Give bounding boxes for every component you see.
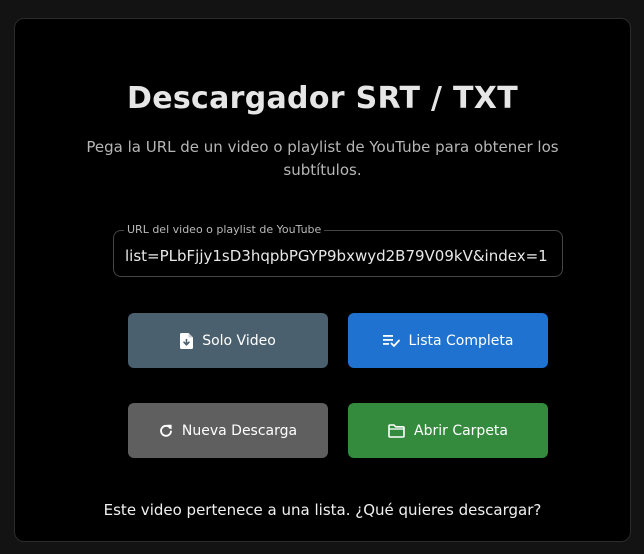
page-title: Descargador SRT / TXT: [127, 81, 518, 116]
folder-icon: [388, 423, 405, 438]
refresh-icon: [159, 424, 173, 438]
abrir-carpeta-label: Abrir Carpeta: [414, 422, 508, 439]
page-subtitle: Pega la URL de un video o playlist de Yo…: [86, 138, 559, 179]
status-message: Este video pertenece a una lista. ¿Qué q…: [103, 501, 542, 519]
lista-completa-button[interactable]: Lista Completa: [348, 313, 548, 368]
lista-completa-label: Lista Completa: [408, 332, 514, 349]
solo-video-label: Solo Video: [202, 332, 276, 349]
file-download-icon: [180, 332, 194, 349]
playlist-check-icon: [382, 334, 400, 347]
url-field: URL del video o playlist de YouTube: [113, 223, 563, 277]
url-input[interactable]: [114, 231, 562, 276]
main-card: Descargador SRT / TXT Pega la URL de un …: [14, 18, 631, 542]
solo-video-button[interactable]: Solo Video: [128, 313, 328, 368]
abrir-carpeta-button[interactable]: Abrir Carpeta: [348, 403, 548, 458]
nueva-descarga-label: Nueva Descarga: [181, 422, 298, 439]
nueva-descarga-button[interactable]: Nueva Descarga: [128, 403, 328, 458]
